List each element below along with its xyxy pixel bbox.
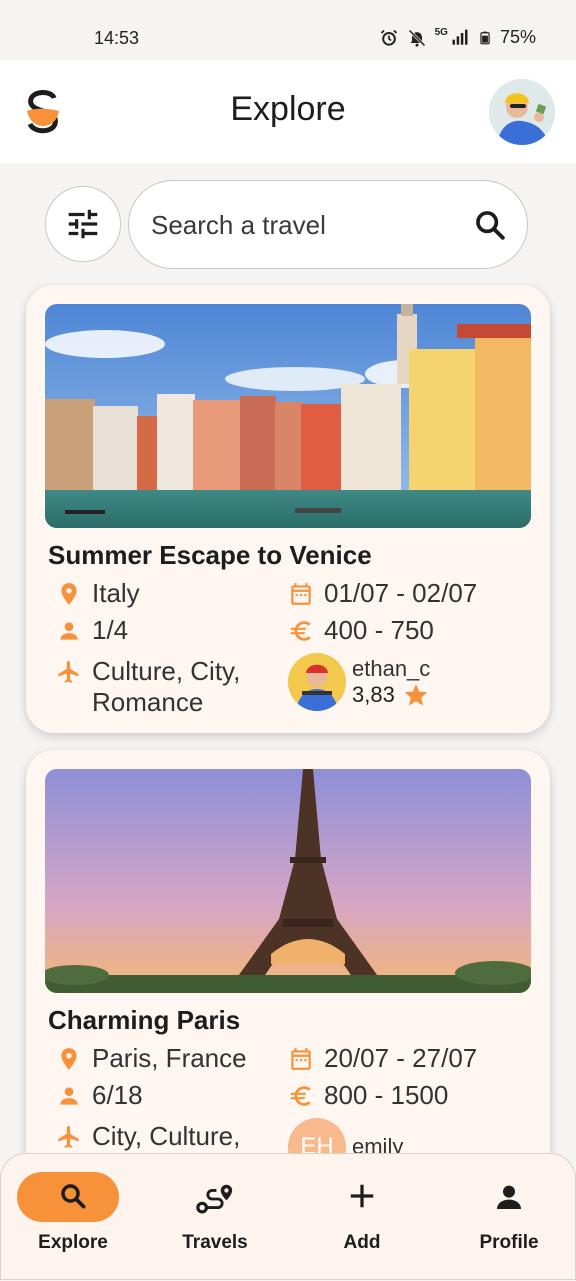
bell-muted-icon	[408, 28, 426, 47]
tags-line-1: Culture, City,	[92, 656, 241, 686]
travel-card[interactable]: Summer Escape to Venice Italy 01/07 - 02…	[26, 285, 550, 733]
nav-add[interactable]: Add	[290, 1154, 434, 1281]
filter-button[interactable]	[45, 186, 121, 262]
location-text: Italy	[92, 578, 140, 608]
travel-list[interactable]: Summer Escape to Venice Italy 01/07 - 02…	[0, 283, 576, 1153]
travel-participants: 1/4	[56, 615, 128, 646]
travel-photo-paris	[45, 769, 531, 993]
travel-tags: City, Culture,	[56, 1121, 240, 1152]
search-icon[interactable]	[473, 208, 507, 242]
bottom-navigation: Explore Travels Add Profile	[0, 1153, 576, 1280]
status-time: 14:53	[94, 28, 140, 48]
user-avatar[interactable]	[489, 79, 555, 145]
search-field[interactable]	[128, 180, 528, 269]
route-icon	[196, 1184, 233, 1214]
participants-text: 1/4	[92, 615, 129, 645]
organizer-initials: EH	[300, 1133, 334, 1153]
travel-location: Paris, France	[56, 1043, 247, 1074]
avatar-illustration	[489, 79, 555, 145]
alarm-icon	[380, 29, 397, 46]
budget-text: 400 - 750	[324, 615, 434, 645]
organizer-avatar[interactable]	[288, 653, 346, 711]
dates-text: 20/07 - 27/07	[324, 1043, 478, 1073]
signal-icon	[452, 29, 468, 45]
tags-line-1: City, Culture,	[92, 1121, 241, 1151]
location-pin-icon	[61, 1048, 77, 1070]
calendar-icon	[291, 1048, 311, 1070]
travel-tags: Culture, City, Romance	[56, 656, 240, 718]
nav-travels-label: Travels	[182, 1232, 248, 1253]
plus-icon	[350, 1184, 374, 1208]
search-icon	[61, 1184, 86, 1209]
battery-icon	[480, 31, 490, 44]
travel-title: Summer Escape to Venice	[48, 540, 372, 570]
travel-participants: 6/18	[56, 1080, 143, 1111]
euro-icon	[290, 621, 311, 641]
nav-profile-label: Profile	[479, 1232, 539, 1253]
location-pin-icon	[61, 583, 77, 605]
network-label: 5G	[434, 27, 448, 38]
organizer[interactable]: ethan_c 3,83	[288, 653, 430, 711]
search-row	[0, 163, 576, 283]
participants-text: 6/18	[92, 1080, 143, 1110]
person-icon	[60, 1087, 78, 1105]
search-input[interactable]	[151, 208, 451, 242]
travel-dates: 20/07 - 27/07	[288, 1043, 477, 1074]
travel-budget: 400 - 750	[288, 615, 434, 646]
dates-text: 01/07 - 02/07	[324, 578, 478, 608]
travel-dates: 01/07 - 02/07	[288, 578, 477, 609]
travel-title: Charming Paris	[48, 1005, 241, 1035]
organizer[interactable]: EH emily	[288, 1118, 403, 1153]
person-icon	[497, 1185, 521, 1209]
organizer-rating: 3,83	[352, 682, 430, 708]
organizer-avatar[interactable]: EH	[288, 1118, 346, 1153]
person-icon	[60, 622, 78, 640]
battery-percent: 75%	[499, 27, 536, 47]
nav-add-label: Add	[343, 1232, 381, 1253]
status-bar: 14:53 5G 75%	[0, 0, 576, 60]
location-text: Paris, France	[92, 1043, 247, 1073]
status-icons: 5G 75%	[379, 27, 536, 48]
airplane-icon	[58, 661, 79, 683]
travel-photo-venice	[45, 304, 531, 528]
calendar-icon	[291, 583, 311, 605]
star-icon	[404, 684, 428, 706]
nav-explore[interactable]: Explore	[1, 1154, 145, 1281]
budget-text: 800 - 1500	[324, 1080, 449, 1110]
airplane-icon	[58, 1126, 79, 1148]
tune-icon	[68, 209, 98, 239]
nav-explore-label: Explore	[38, 1232, 108, 1253]
app-header: Explore	[0, 60, 576, 163]
tags-text: Culture, City, Romance	[92, 656, 240, 718]
nav-travels[interactable]: Travels	[143, 1154, 287, 1281]
travel-card[interactable]: Charming Paris Paris, France 20/07 - 27/…	[26, 750, 550, 1153]
rating-value: 3,83	[352, 682, 395, 707]
travel-budget: 800 - 1500	[288, 1080, 448, 1111]
organizer-name: ethan_c	[352, 656, 431, 681]
tags-line-2: Romance	[92, 687, 204, 717]
euro-icon	[290, 1086, 311, 1106]
organizer-name: emily	[352, 1134, 404, 1153]
nav-profile[interactable]: Profile	[437, 1154, 576, 1281]
travel-location: Italy	[56, 578, 140, 609]
